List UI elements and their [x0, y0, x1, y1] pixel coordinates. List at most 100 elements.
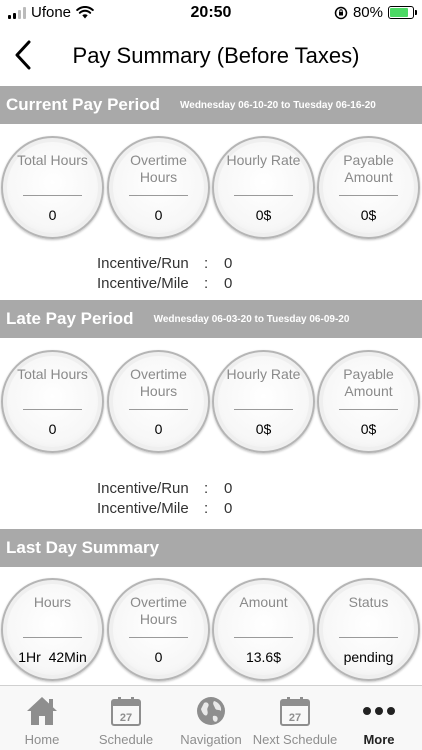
orientation-lock-icon — [334, 6, 348, 19]
card-divider — [129, 637, 188, 638]
card-divider — [23, 637, 82, 638]
card-value: 0 — [154, 207, 163, 223]
card-divider — [129, 195, 188, 196]
incentive-mile-label: Incentive/Mile — [97, 500, 189, 517]
overtime-hours-card: Overtime Hours 0 — [107, 350, 210, 453]
tab-label: Next Schedule — [252, 732, 338, 747]
current-period-title: Current Pay Period — [6, 95, 160, 114]
late-period-dates: Wednesday 06-03-20 to Tuesday 06-09-20 — [153, 313, 350, 325]
calendar-icon: 27 — [111, 697, 141, 726]
last-day-header: Last Day Summary — [0, 529, 422, 567]
globe-icon — [197, 697, 225, 725]
card-value: 0$ — [360, 421, 377, 437]
last-day-title: Last Day Summary — [6, 538, 160, 557]
total-hours-card: Total Hours 0 — [1, 350, 104, 453]
card-value: 0$ — [255, 421, 272, 437]
incentive-mile-value: 0 — [224, 500, 233, 517]
status-card: Status pending — [317, 578, 420, 681]
card-value: pending — [343, 649, 394, 665]
tab-label: Home — [24, 732, 60, 747]
tab-schedule[interactable]: 27 Schedule — [84, 686, 168, 750]
card-label: Payable Amount — [343, 366, 394, 399]
card-label: Overtime Hours — [130, 594, 187, 627]
card-label: Payable Amount — [343, 152, 394, 185]
card-divider — [234, 409, 293, 410]
incentive-run-label: Incentive/Run — [97, 255, 189, 272]
late-period-title: Late Pay Period — [6, 309, 134, 328]
card-label: Total Hours — [17, 152, 88, 168]
status-right: 80% — [334, 4, 417, 21]
card-value: 0$ — [360, 207, 377, 223]
card-label: Amount — [239, 594, 288, 610]
payable-amount-card: Payable Amount 0$ — [317, 350, 420, 453]
tab-label: More — [363, 732, 395, 747]
card-divider — [234, 637, 293, 638]
overtime-hours-card: Overtime Hours 0 — [107, 136, 210, 239]
more-icon — [363, 707, 395, 715]
colon: : — [204, 500, 209, 517]
card-label: Overtime Hours — [130, 152, 187, 185]
card-label: Status — [348, 594, 389, 610]
calendar-icon: 27 — [280, 697, 310, 726]
card-label: Hourly Rate — [226, 152, 301, 168]
nav-header: Pay Summary (Before Taxes) — [0, 26, 422, 84]
card-divider — [23, 195, 82, 196]
tab-more[interactable]: More — [337, 686, 421, 750]
battery-percent: 80% — [352, 4, 383, 21]
payable-amount-card: Payable Amount 0$ — [317, 136, 420, 239]
card-value: 0$ — [255, 207, 272, 223]
incentive-run-label: Incentive/Run — [97, 480, 189, 497]
battery-icon — [388, 6, 417, 19]
colon: : — [204, 255, 209, 272]
incentive-run-value: 0 — [224, 255, 233, 272]
card-value: 0 — [48, 421, 57, 437]
card-divider — [234, 195, 293, 196]
current-period-dates: Wednesday 06-10-20 to Tuesday 06-16-20 — [180, 99, 376, 111]
late-period-header: Late Pay Period Wednesday 06-03-20 to Tu… — [0, 300, 422, 338]
card-divider — [339, 409, 398, 410]
current-period-header: Current Pay Period Wednesday 06-10-20 to… — [0, 86, 422, 124]
incentive-mile-label: Incentive/Mile — [97, 275, 189, 292]
card-value: 0 — [48, 207, 57, 223]
overtime-hours-card: Overtime Hours 0 — [107, 578, 210, 681]
tab-home[interactable]: Home — [0, 686, 84, 750]
card-divider — [129, 409, 188, 410]
card-value: 0 — [154, 649, 163, 665]
current-period-cards: Total Hours 0 Overtime Hours 0 Hourly Ra… — [0, 136, 422, 242]
card-value: 1Hr 42Min — [18, 649, 87, 665]
incentive-run-row: Incentive/Run : 0 — [97, 255, 232, 272]
calendar-day: 27 — [289, 712, 301, 724]
hourly-rate-card: Hourly Rate 0$ — [212, 136, 315, 239]
card-value: 13.6$ — [245, 649, 282, 665]
card-label: Overtime Hours — [130, 366, 187, 399]
status-bar: Ufone 20:50 80% — [0, 0, 422, 26]
tab-label: Schedule — [98, 732, 154, 747]
incentive-run-value: 0 — [224, 480, 233, 497]
card-divider — [339, 195, 398, 196]
card-divider — [23, 409, 82, 410]
amount-card: Amount 13.6$ — [212, 578, 315, 681]
card-value: 0 — [154, 421, 163, 437]
tab-next-schedule[interactable]: 27 Next Schedule — [253, 686, 337, 750]
card-divider — [339, 637, 398, 638]
card-label: Hours — [33, 594, 72, 610]
hourly-rate-card: Hourly Rate 0$ — [212, 350, 315, 453]
battery-fill — [390, 8, 408, 17]
colon: : — [204, 480, 209, 497]
total-hours-card: Total Hours 0 — [1, 136, 104, 239]
card-label: Hourly Rate — [226, 366, 301, 382]
card-label: Total Hours — [17, 366, 88, 382]
late-period-cards: Total Hours 0 Overtime Hours 0 Hourly Ra… — [0, 350, 422, 456]
tab-label: Navigation — [180, 732, 242, 747]
hours-card: Hours 1Hr 42Min — [1, 578, 104, 681]
home-icon — [27, 697, 57, 725]
tab-navigation[interactable]: Navigation — [169, 686, 253, 750]
incentive-run-row: Incentive/Run : 0 — [97, 480, 232, 497]
incentive-mile-row: Incentive/Mile : 0 — [97, 275, 232, 292]
page-title: Pay Summary (Before Taxes) — [72, 43, 360, 68]
colon: : — [204, 275, 209, 292]
incentive-mile-row: Incentive/Mile : 0 — [97, 500, 232, 517]
tab-bar: Home 27 Schedule Navigation 27 Next Sche… — [0, 685, 422, 750]
calendar-day: 27 — [120, 712, 132, 724]
last-day-cards: Hours 1Hr 42Min Overtime Hours 0 Amount … — [0, 578, 422, 684]
